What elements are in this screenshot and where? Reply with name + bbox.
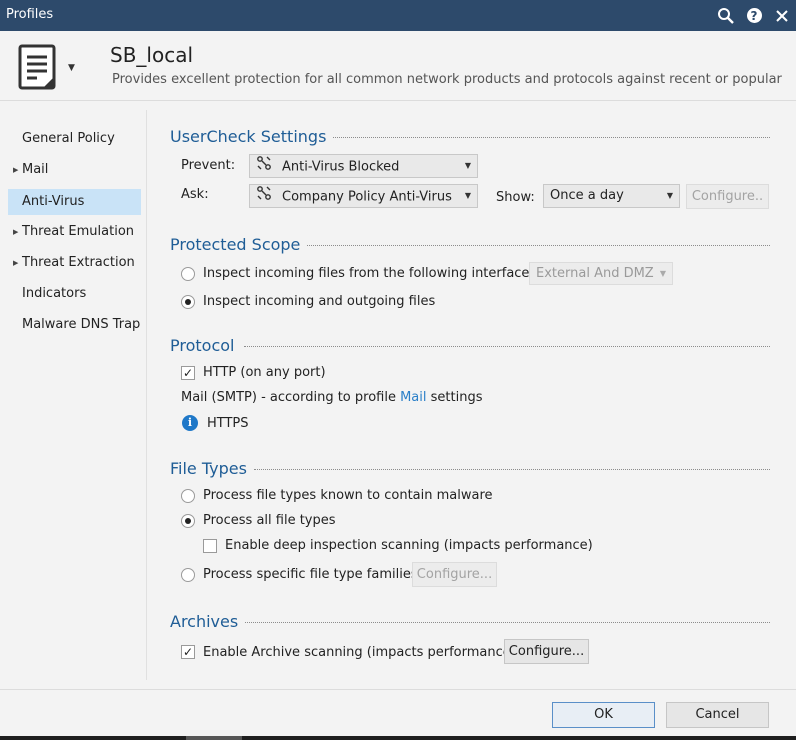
prevent-action-value: Anti-Virus Blocked	[282, 159, 400, 175]
expand-arrow-icon[interactable]: ▶	[13, 219, 18, 245]
section-divider	[326, 137, 770, 138]
sidebar-item-label: Indicators	[22, 286, 87, 301]
specific-families-radio[interactable]	[181, 568, 195, 582]
ok-button[interactable]: OK	[552, 702, 655, 728]
known-malware-types-radio[interactable]	[181, 489, 195, 503]
section-title-protected-scope: Protected Scope	[170, 235, 307, 254]
sidebar-item-label: Anti-Virus	[22, 194, 85, 209]
deep-inspection-checkbox[interactable]	[203, 539, 217, 553]
ask-label: Ask:	[181, 187, 209, 202]
sidebar-nav: General Policy ▶ Mail Anti-Virus ▶ Threa…	[0, 101, 146, 691]
usercheck-action-icon	[256, 155, 274, 179]
sidebar-item-label: Malware DNS Trap	[22, 317, 141, 332]
taskbar-strip	[0, 736, 796, 740]
http-label: HTTP (on any port)	[203, 365, 326, 380]
section-divider	[244, 346, 770, 347]
sidebar-item-general-policy[interactable]: General Policy	[8, 126, 141, 152]
inspect-incoming-radio[interactable]	[181, 267, 195, 281]
taskbar-tab	[186, 736, 242, 740]
show-label: Show:	[496, 190, 535, 205]
all-file-types-radio[interactable]	[181, 514, 195, 528]
show-frequency-value: Once a day	[550, 188, 624, 203]
archives-configure-button[interactable]: Configure...	[504, 639, 589, 664]
usercheck-action-icon	[256, 185, 274, 209]
profiles-window: Profiles ? ▼ SB_local Provides excellent…	[0, 0, 796, 736]
sidebar-item-anti-virus[interactable]: Anti-Virus	[8, 189, 141, 215]
chevron-down-icon: ▼	[464, 161, 471, 170]
mail-smtp-text: Mail (SMTP) - according to profile Mail …	[181, 390, 482, 405]
profile-header: ▼ SB_local Provides excellent protection…	[0, 31, 796, 101]
sidebar-item-threat-extraction[interactable]: ▶ Threat Extraction	[8, 250, 141, 276]
sidebar-item-label: Mail	[22, 162, 49, 177]
prevent-label: Prevent:	[181, 158, 236, 173]
deep-inspection-label: Enable deep inspection scanning (impacts…	[225, 538, 593, 553]
http-checkbox[interactable]: ✓	[181, 366, 195, 380]
interfaces-value: External And DMZ	[536, 266, 654, 281]
chevron-down-icon: ▼	[666, 191, 673, 200]
sidebar-item-indicators[interactable]: Indicators	[8, 281, 141, 307]
section-divider	[304, 245, 770, 246]
title-bar-icons: ?	[712, 0, 796, 31]
chevron-down-icon: ▼	[659, 269, 666, 278]
sidebar-item-label: Threat Extraction	[22, 255, 135, 270]
mail-smtp-suffix: settings	[430, 390, 483, 405]
dialog-footer: OK Cancel	[0, 689, 796, 736]
sidebar-item-malware-dns-trap[interactable]: Malware DNS Trap	[8, 312, 141, 338]
mail-smtp-prefix: Mail (SMTP) - according to profile	[181, 390, 396, 405]
help-glyph: ?	[746, 8, 762, 23]
sidebar-item-label: Threat Emulation	[22, 224, 135, 239]
prevent-action-select[interactable]: Anti-Virus Blocked ▼	[249, 154, 478, 178]
help-icon[interactable]: ?	[740, 0, 768, 31]
known-malware-types-label: Process file types known to contain malw…	[203, 488, 493, 503]
file-types-configure-button[interactable]: Configure...	[412, 562, 497, 587]
profile-description: Provides excellent protection for all co…	[112, 72, 782, 87]
section-divider	[240, 622, 770, 623]
specific-families-label: Process specific file type families	[203, 567, 418, 582]
section-divider	[254, 469, 770, 470]
cancel-button[interactable]: Cancel	[666, 702, 769, 728]
sidebar-item-threat-emulation[interactable]: ▶ Threat Emulation	[8, 219, 141, 245]
section-title-file-types: File Types	[170, 459, 253, 478]
info-icon[interactable]: i	[182, 415, 198, 431]
mail-settings-link[interactable]: Mail	[400, 390, 426, 405]
https-label: HTTPS	[207, 416, 249, 431]
interfaces-select[interactable]: External And DMZ ▼	[529, 262, 673, 285]
chevron-down-icon: ▼	[464, 191, 471, 200]
section-title-usercheck: UserCheck Settings	[170, 127, 333, 146]
search-icon[interactable]	[712, 0, 740, 31]
inspect-incoming-outgoing-label: Inspect incoming and outgoing files	[203, 294, 436, 309]
show-frequency-select[interactable]: Once a day ▼	[543, 184, 680, 208]
archive-scanning-label: Enable Archive scanning (impacts perform…	[203, 645, 516, 660]
expand-arrow-icon[interactable]: ▶	[13, 157, 18, 183]
profile-name: SB_local	[110, 43, 194, 67]
window-title: Profiles	[6, 7, 54, 22]
usercheck-configure-button[interactable]: Configure..	[686, 184, 769, 209]
inspect-incoming-outgoing-radio[interactable]	[181, 295, 195, 309]
chevron-down-icon[interactable]: ▼	[68, 63, 75, 73]
title-bar: Profiles ?	[0, 0, 796, 31]
ask-action-value: Company Policy Anti-Virus	[282, 189, 452, 205]
sidebar-item-label: General Policy	[22, 131, 115, 146]
all-file-types-label: Process all file types	[203, 513, 336, 528]
profile-document-icon[interactable]	[17, 43, 59, 95]
content-divider	[146, 110, 147, 680]
close-icon[interactable]	[768, 0, 796, 31]
archive-scanning-checkbox[interactable]: ✓	[181, 645, 195, 659]
expand-arrow-icon[interactable]: ▶	[13, 250, 18, 276]
inspect-incoming-label: Inspect incoming files from the followin…	[203, 266, 541, 281]
sidebar-item-mail[interactable]: ▶ Mail	[8, 157, 141, 183]
ask-action-select[interactable]: Company Policy Anti-Virus ▼	[249, 184, 478, 208]
section-title-archives: Archives	[170, 612, 245, 631]
section-title-protocol: Protocol	[170, 336, 241, 355]
